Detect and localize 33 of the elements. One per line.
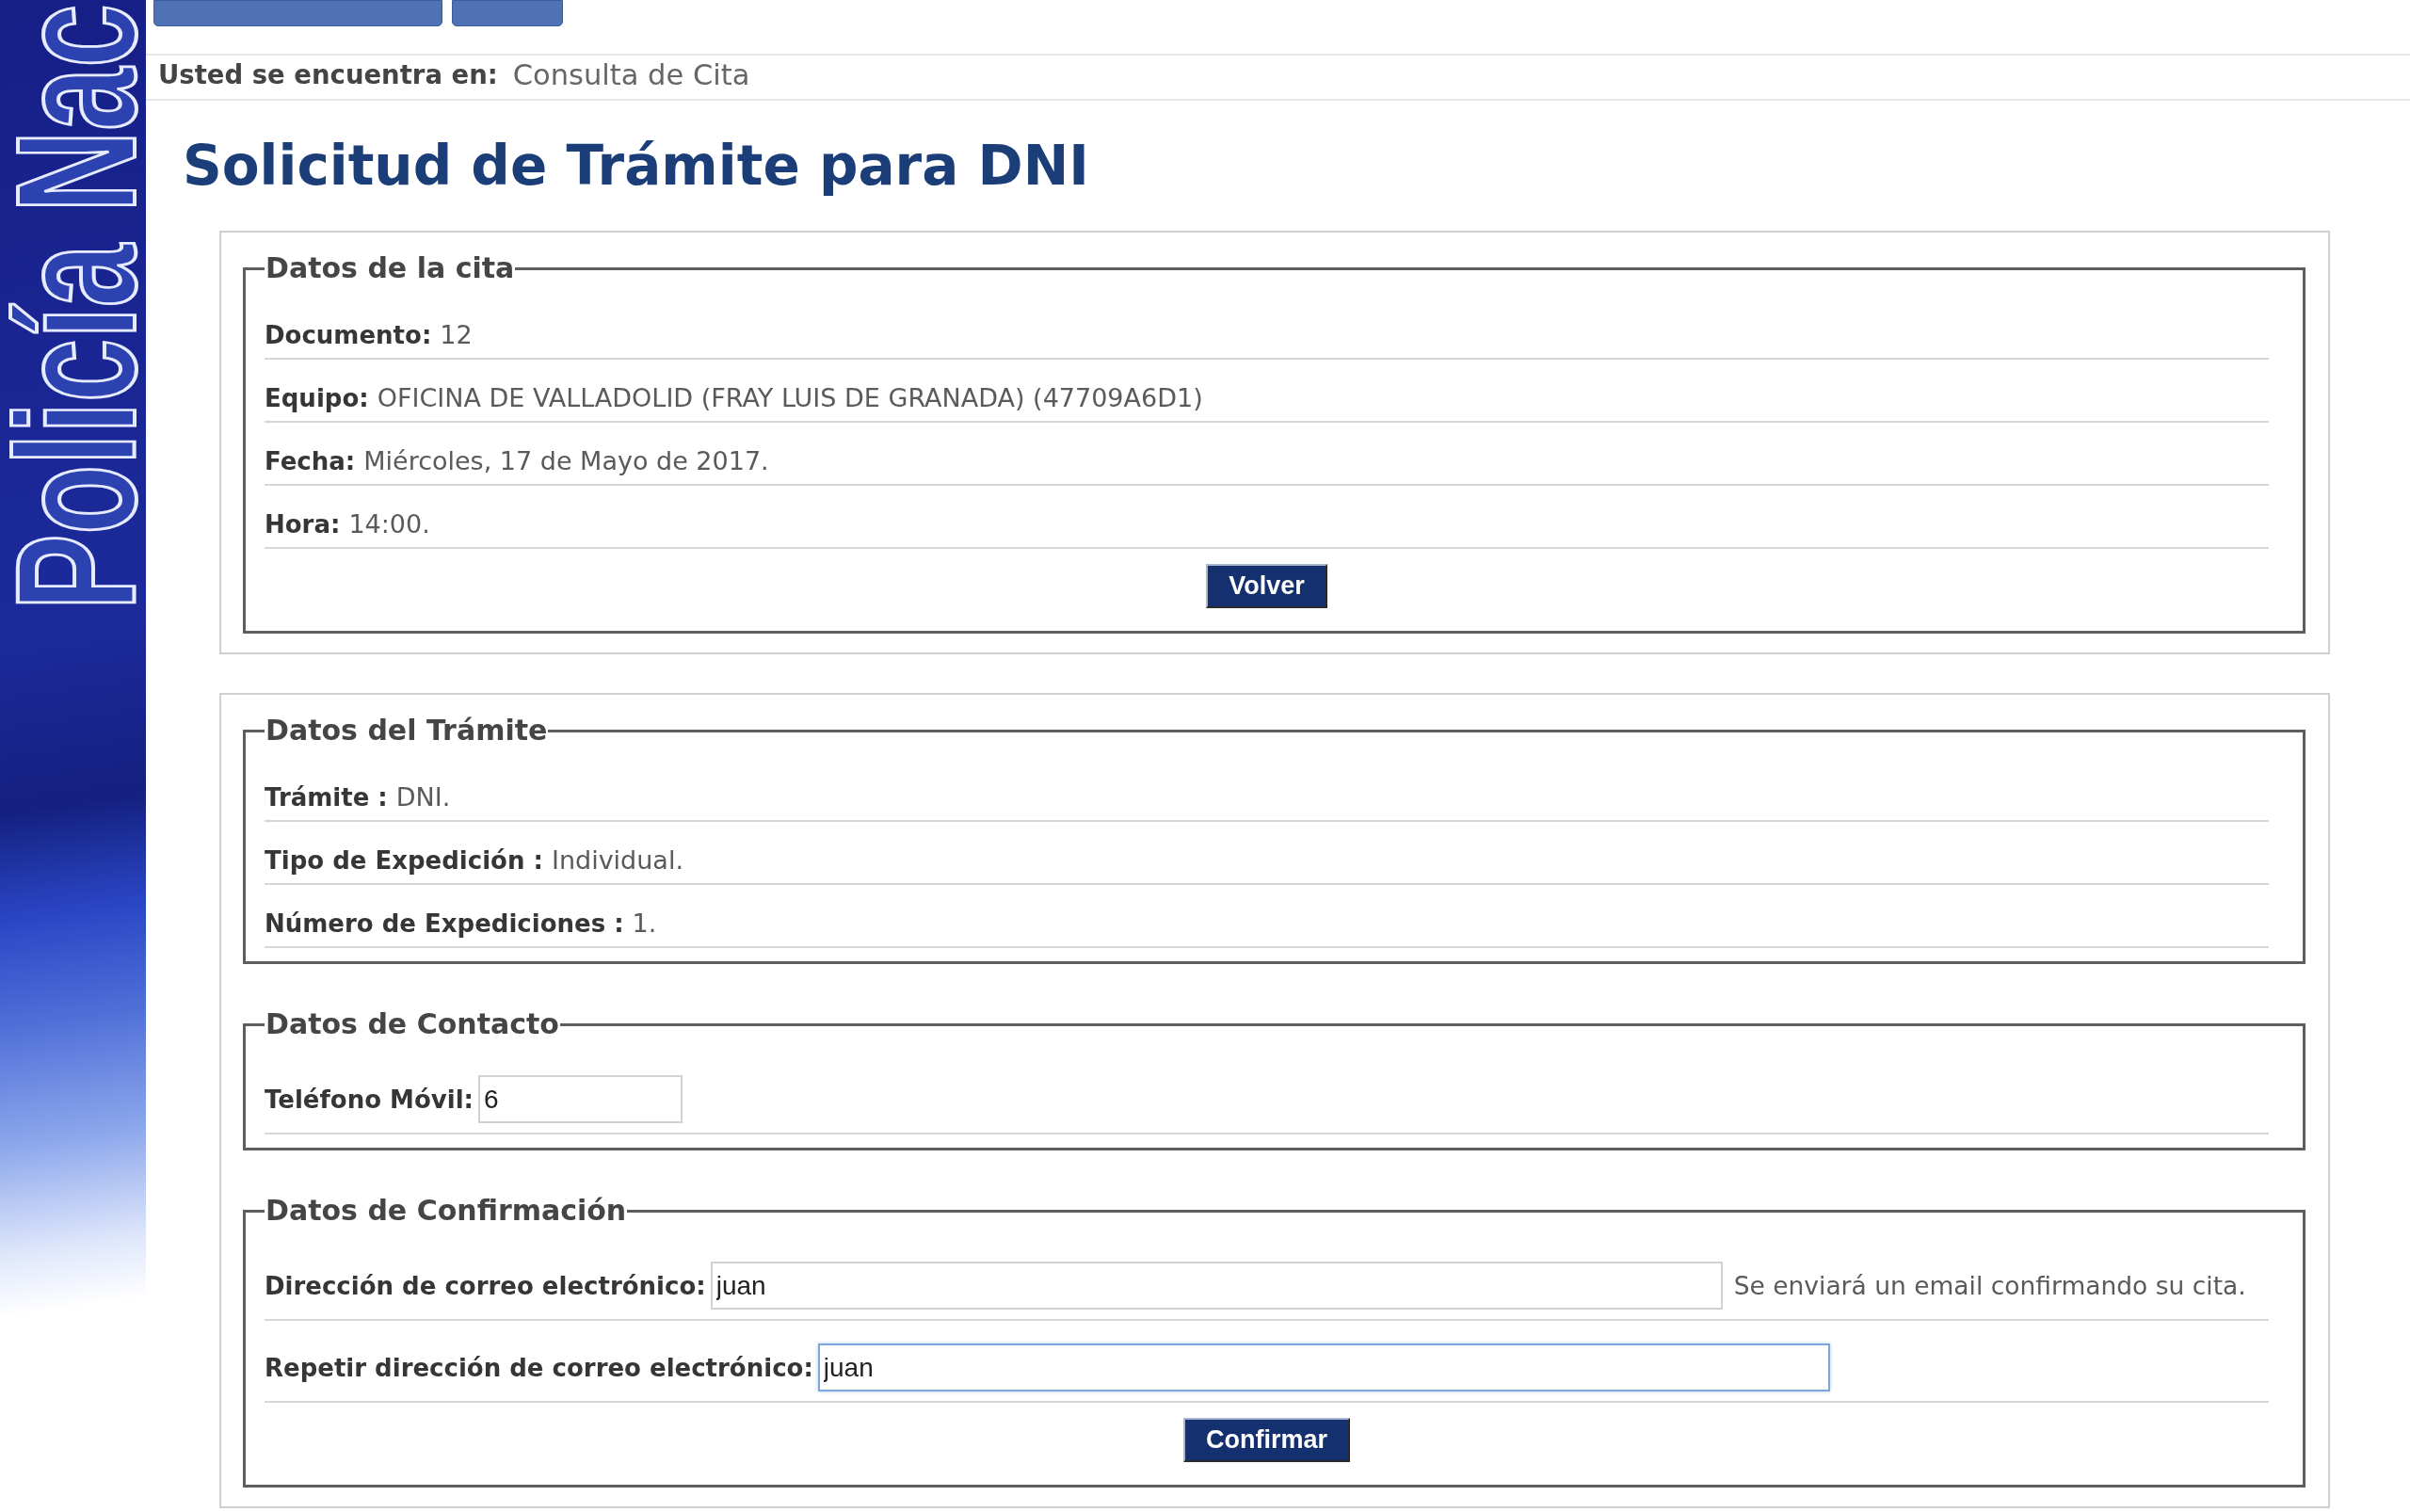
section-legend: Datos de Contacto: [265, 1007, 560, 1041]
field-label: Repetir dirección de correo electrónico:: [265, 1352, 813, 1383]
field-label: Trámite :: [265, 782, 388, 812]
banner-text: Policía Nac: [0, 4, 146, 610]
field-label: Documento:: [265, 320, 432, 350]
field-value: Individual.: [551, 845, 683, 876]
submit-button[interactable]: Confirmar: [1183, 1418, 1350, 1462]
field-value: 1.: [632, 909, 657, 939]
email-input[interactable]: juan: [710, 1262, 1723, 1310]
field-label: Fecha:: [265, 446, 356, 476]
breadcrumb-current: Consulta de Cita: [512, 57, 750, 94]
page-title: Solicitud de Trámite para DNI: [183, 133, 1089, 199]
tab-button[interactable]: [153, 0, 442, 26]
field-label: Teléfono Móvil:: [265, 1084, 474, 1115]
email-input[interactable]: juan: [817, 1343, 1830, 1391]
section-legend: Datos de Confirmación: [265, 1194, 628, 1228]
field-label: Hora:: [265, 509, 341, 539]
field-value: DNI.: [395, 782, 451, 812]
field-label: Tipo de Expedición :: [265, 845, 543, 876]
field-value: 14:00.: [348, 509, 430, 539]
field-value: 12: [440, 320, 473, 350]
field-value: Miércoles, 17 de Mayo de 2017.: [363, 446, 769, 476]
breadcrumb-label: Usted se encuentra en:: [158, 58, 498, 92]
section-legend: Datos del Trámite: [265, 714, 549, 748]
section-legend: Datos de la cita: [265, 251, 516, 285]
field-value: OFICINA DE VALLADOLID (FRAY LUIS DE GRANADA) (47709A6D1): [377, 383, 1203, 413]
field-label: Equipo:: [265, 383, 369, 413]
field-label: Número de Expediciones :: [265, 909, 624, 939]
tab-button[interactable]: [452, 0, 563, 26]
phone-input[interactable]: 6: [477, 1075, 683, 1123]
hint-text: Se enviará un email confirmando su cita.: [1733, 1270, 2246, 1301]
submit-button[interactable]: Volver: [1206, 564, 1327, 608]
field-label: Dirección de correo electrónico:: [265, 1270, 706, 1301]
